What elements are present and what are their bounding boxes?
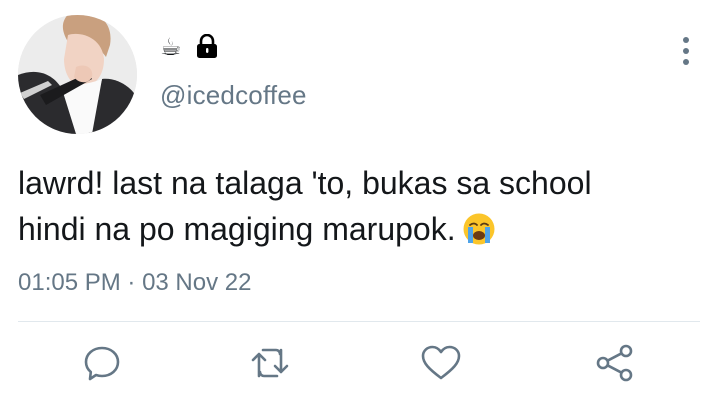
tweet-text-line-2-text: hindi na po magiging marupok.	[18, 211, 456, 247]
tweet-text-line-1: lawrd! last na talaga 'to, bukas sa scho…	[18, 165, 592, 201]
loudly-crying-face-emoji	[462, 212, 496, 258]
heart-icon	[421, 345, 461, 386]
reply-button[interactable]	[82, 345, 122, 385]
tweet-date: 03 Nov 22	[142, 269, 252, 296]
tweet-text-line-2: hindi na po magiging marupok.	[18, 206, 708, 258]
avatar[interactable]	[18, 15, 137, 134]
timestamp[interactable]: 01:05 PM · 03 Nov 22	[18, 269, 251, 297]
divider	[18, 321, 700, 322]
coffee-cup-emoji: ☕	[160, 34, 182, 61]
like-button[interactable]	[421, 345, 461, 385]
user-handle[interactable]: @icedcoffee	[160, 80, 307, 111]
meta-separator: ·	[120, 269, 143, 296]
lock-icon	[196, 33, 218, 63]
share-button[interactable]	[595, 344, 635, 387]
share-icon	[595, 344, 635, 387]
retweet-button[interactable]	[250, 345, 290, 385]
tweet-time: 01:05 PM	[18, 269, 121, 296]
retweet-icon	[250, 346, 290, 385]
reply-icon	[83, 344, 121, 387]
more-vertical-icon[interactable]	[672, 34, 700, 68]
display-name-row[interactable]: ☕	[160, 33, 218, 63]
tweet-text: lawrd! last na talaga 'to, bukas sa scho…	[18, 160, 708, 258]
